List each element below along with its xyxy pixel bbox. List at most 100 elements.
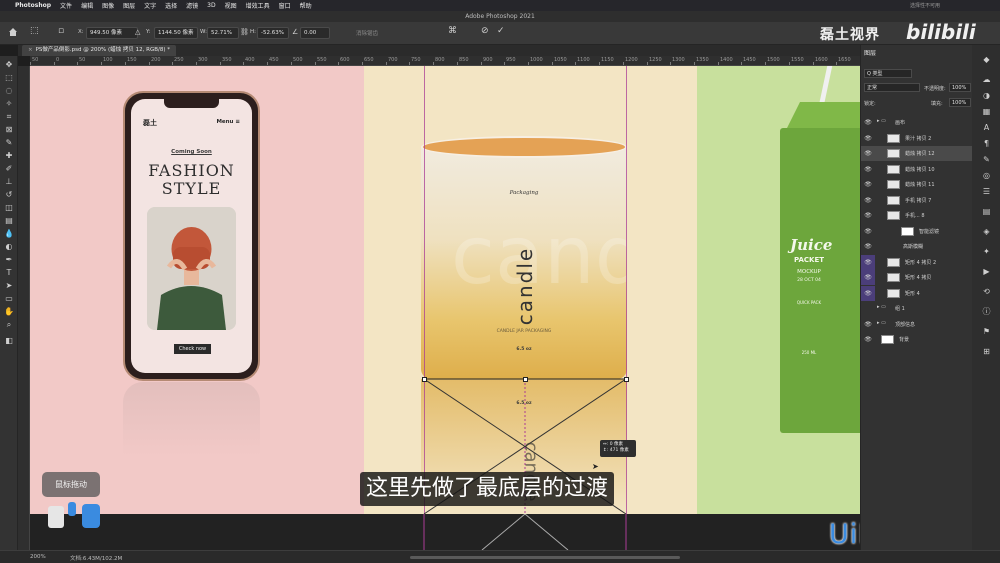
folder-icon[interactable]: ▸ ▭ xyxy=(877,304,886,310)
h-field[interactable]: -52.63% xyxy=(257,27,289,39)
layer-row[interactable]: 👁 果汁 拷贝 2 xyxy=(861,131,973,146)
visibility-eye-icon[interactable]: 👁 xyxy=(861,115,875,130)
layer-row[interactable]: 👁 智能滤镜 xyxy=(861,224,973,239)
channels-icon[interactable]: ☰ xyxy=(981,187,992,197)
visibility-eye-icon[interactable]: 👁 xyxy=(861,285,875,301)
layer-name[interactable]: 高斯模糊 xyxy=(903,243,923,250)
tool-presets-icon[interactable]: ⚑ xyxy=(981,327,992,337)
visibility-eye-icon[interactable]: 👁 xyxy=(861,224,875,239)
visibility-eye-icon[interactable]: 👁 xyxy=(861,332,875,347)
transform-handle-tl[interactable] xyxy=(422,377,427,382)
visibility-eye-icon[interactable]: 👁 xyxy=(861,177,875,192)
layer-row[interactable]: 👁 高斯模糊 xyxy=(861,239,973,254)
opacity-field[interactable]: 100% xyxy=(949,83,971,92)
pen-tool-icon[interactable]: ✒ xyxy=(3,255,15,265)
y-field[interactable]: 1144.50 像素 xyxy=(154,27,198,39)
menu-file[interactable]: 文件 xyxy=(60,1,72,10)
visibility-eye-icon[interactable]: 👁 xyxy=(861,239,875,254)
layer-name[interactable]: 矩形 4 拷贝 xyxy=(905,274,931,281)
visibility-eye-icon[interactable]: 👁 xyxy=(861,193,875,208)
shape-tool-icon[interactable]: ▭ xyxy=(3,294,15,304)
layer-name[interactable]: 蜡烛 拷贝 10 xyxy=(905,166,935,173)
hand-tool-icon[interactable]: ✋ xyxy=(3,307,15,317)
interpolation-label[interactable]: 消除锯齿 xyxy=(356,29,378,37)
layer-row[interactable]: 👁 背景 xyxy=(861,332,973,347)
layer-name[interactable]: 手机 拷贝 7 xyxy=(905,197,931,204)
swatches-icon[interactable]: ▦ xyxy=(981,107,992,117)
visibility-eye-icon[interactable]: 👁 xyxy=(861,208,875,223)
transform-handle-top[interactable] xyxy=(523,377,528,382)
layer-name[interactable]: 智能滤镜 xyxy=(919,228,939,235)
horizontal-ruler[interactable]: 50 0 50 100 150 200 250 300 350 400 450 500 550 600 65… xyxy=(30,56,860,66)
folder-icon[interactable]: ▸ ▭ xyxy=(877,118,886,124)
layer-name[interactable]: 蜡烛 拷贝 11 xyxy=(905,181,935,188)
visibility-eye-icon[interactable] xyxy=(861,301,875,316)
fill-field[interactable]: 100% xyxy=(949,98,971,107)
layer-row[interactable]: 👁 ▸ ▭ 画布 xyxy=(861,115,973,130)
blend-mode-select[interactable]: 正常 xyxy=(864,83,920,92)
color-swatches-icon[interactable]: ◧ xyxy=(3,336,15,346)
cancel-transform-icon[interactable]: ⊘ xyxy=(481,26,489,36)
close-tab-icon[interactable]: × xyxy=(28,47,33,53)
visibility-eye-icon[interactable]: 👁 xyxy=(861,146,875,161)
menu-type[interactable]: 文字 xyxy=(144,1,156,10)
document-tab[interactable]: × PS做产品倒影.psd @ 200% (蜡烛 拷贝 12, RGB/8) * xyxy=(22,45,176,56)
healing-brush-icon[interactable]: ✚ xyxy=(3,151,15,161)
type-tool-icon[interactable]: T xyxy=(3,268,15,278)
frame-tool-icon[interactable]: ⊠ xyxy=(3,125,15,135)
document-size[interactable]: 文档:6.43M/102.2M xyxy=(70,554,122,562)
transform-icon[interactable]: ⬚ xyxy=(30,26,39,36)
layer-row[interactable]: 👁 蜡烛 拷贝 10 xyxy=(861,162,973,177)
menu-window[interactable]: 窗口 xyxy=(279,1,291,10)
eyedropper-icon[interactable]: ✎ xyxy=(3,138,15,148)
move-tool-icon[interactable]: ✥ xyxy=(3,60,15,70)
zoom-level[interactable]: 200% xyxy=(30,554,46,560)
layer-name[interactable]: 矩形 4 xyxy=(905,290,920,297)
menu-edit[interactable]: 编辑 xyxy=(81,1,93,10)
w-field[interactable]: 52.71% xyxy=(207,27,239,39)
learn-icon[interactable]: ◆ xyxy=(981,55,992,65)
menu-image[interactable]: 图像 xyxy=(102,1,114,10)
history-icon[interactable]: ⟲ xyxy=(981,287,992,297)
actions-icon[interactable]: ▶ xyxy=(981,267,992,277)
layer-row[interactable]: 👁 手机 拷贝 7 xyxy=(861,193,973,208)
commit-transform-icon[interactable]: ✓ xyxy=(497,26,505,36)
layer-name[interactable]: 顶部信息 xyxy=(895,321,915,328)
paths-icon[interactable]: ✦ xyxy=(981,247,992,257)
marquee-tool-icon[interactable]: ⬚ xyxy=(3,73,15,83)
gradient-tool-icon[interactable]: ▤ xyxy=(3,216,15,226)
menu-app-name[interactable]: Photoshop xyxy=(15,2,51,9)
home-icon[interactable] xyxy=(8,27,18,37)
layer-row[interactable]: 👁 蜡烛 拷贝 12 xyxy=(861,146,973,161)
magic-wand-icon[interactable]: ✧ xyxy=(3,99,15,109)
styles-icon[interactable]: ◎ xyxy=(981,171,992,181)
layer-name[interactable]: 果汁 拷贝 2 xyxy=(905,135,931,142)
layer-row[interactable]: 👁 ▸ ▭ 顶部信息 xyxy=(861,317,973,332)
layer-name[interactable]: 画布 xyxy=(895,119,905,126)
info-icon[interactable]: ⓘ xyxy=(981,307,992,317)
menu-select[interactable]: 选择 xyxy=(165,1,177,10)
document-canvas[interactable]: 磊土 Menu ≡ Coming Soon FASHION STYLE Chec… xyxy=(30,66,860,514)
visibility-eye-icon[interactable]: 👁 xyxy=(861,270,875,285)
layer-row[interactable]: 👁 矩形 4 xyxy=(861,285,973,301)
layer-name[interactable]: 组 1 xyxy=(895,305,905,312)
layer-row[interactable]: ▸ ▭ 组 1 xyxy=(861,301,973,316)
horizontal-scrollbar[interactable] xyxy=(410,556,680,559)
libraries-icon[interactable]: ☁ xyxy=(981,75,992,85)
history-brush-icon[interactable]: ↺ xyxy=(3,190,15,200)
visibility-eye-icon[interactable]: 👁 xyxy=(861,162,875,177)
dodge-tool-icon[interactable]: ◐ xyxy=(3,242,15,252)
visibility-eye-icon[interactable]: 👁 xyxy=(861,254,875,270)
menu-3d[interactable]: 3D xyxy=(207,2,215,9)
blur-tool-icon[interactable]: 💧 xyxy=(3,229,15,239)
layer-row[interactable]: 👁 蜡烛 拷贝 11 xyxy=(861,177,973,192)
layer-row[interactable]: 👁 矩形 4 拷贝 2 xyxy=(861,254,973,270)
x-field[interactable]: 949.50 像素 xyxy=(86,27,138,39)
angle-field[interactable]: 0.00 xyxy=(300,27,330,39)
paragraph-icon[interactable]: ¶ xyxy=(981,139,992,149)
visibility-eye-icon[interactable]: 👁 xyxy=(861,317,875,332)
menu-plugins[interactable]: 增效工具 xyxy=(246,1,270,10)
layer-name[interactable]: 手机... 8 xyxy=(905,212,925,219)
menu-filter[interactable]: 滤镜 xyxy=(186,1,198,10)
layer-kind-filter[interactable]: Q 类型 xyxy=(864,69,912,78)
